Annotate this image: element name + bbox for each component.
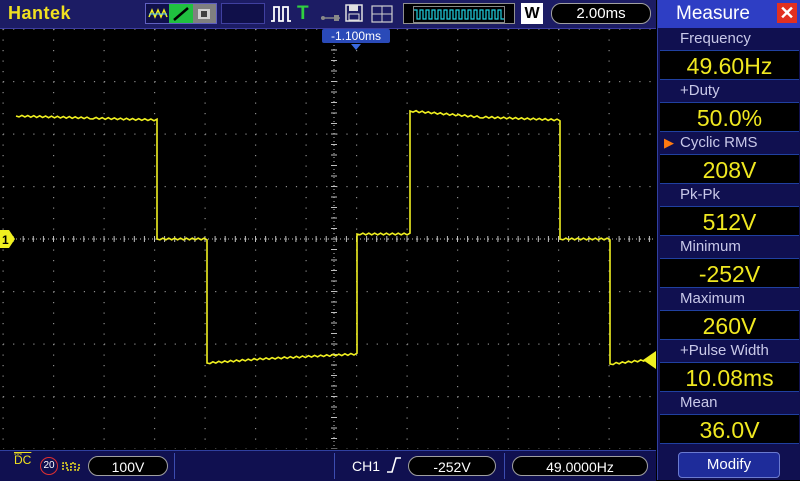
probe-icon xyxy=(62,456,82,476)
measure-value: 36.0V xyxy=(660,414,799,444)
display-mode-group xyxy=(145,3,217,24)
volts-per-div-readout[interactable]: 100V xyxy=(88,456,168,476)
rising-edge-icon xyxy=(386,455,402,475)
menu-grid-icon[interactable] xyxy=(371,4,393,24)
trigger-source-label[interactable]: CH1 xyxy=(352,456,380,476)
window-w-icon[interactable]: W xyxy=(521,3,543,24)
persist-mode-icon[interactable] xyxy=(192,4,216,23)
bw-limit-badge[interactable]: 20 xyxy=(40,457,58,475)
trigger-level-readout[interactable]: -252V xyxy=(408,456,496,476)
modify-button[interactable]: Modify xyxy=(678,452,780,478)
measure-panel-header: Measure ✕ xyxy=(658,0,800,28)
run-stop-icon[interactable] xyxy=(270,4,292,24)
measure-label[interactable]: Maximum xyxy=(658,288,800,310)
horizontal-position-readout[interactable]: -1.100ms xyxy=(322,29,390,43)
waveform-display[interactable] xyxy=(0,29,656,449)
timebase-readout[interactable]: 2.00ms xyxy=(551,3,651,24)
selected-marker-icon: ▶ xyxy=(664,135,674,150)
usb-icon xyxy=(320,9,342,29)
measure-value: 208V xyxy=(660,154,799,184)
measure-panel-title: Measure xyxy=(676,3,750,24)
measure-panel: Measure ✕ Frequency 49.60Hz +Duty 50.0% ▶ Cyc… xyxy=(657,0,800,480)
measure-value: 260V xyxy=(660,310,799,340)
measure-label[interactable]: Frequency xyxy=(658,28,800,50)
measure-label[interactable]: +Duty xyxy=(658,80,800,102)
measure-value: 49.60Hz xyxy=(660,50,799,80)
measure-label[interactable]: +Pulse Width xyxy=(658,340,800,362)
measure-label-text: +Duty xyxy=(680,82,720,99)
measure-label-text: Cyclic RMS xyxy=(680,134,758,151)
measure-label[interactable]: Pk-Pk xyxy=(658,184,800,206)
trigger-status-icon: T xyxy=(297,3,309,24)
measure-label-text: Mean xyxy=(680,394,718,411)
save-disk-icon[interactable] xyxy=(345,4,363,24)
measure-label[interactable]: Minimum xyxy=(658,236,800,258)
measure-label-text: +Pulse Width xyxy=(680,342,769,359)
brand-logo: Hantek xyxy=(8,3,72,23)
line-mode-icon[interactable] xyxy=(169,4,193,23)
measure-label-text: Maximum xyxy=(680,290,746,307)
status-blank-box xyxy=(221,3,265,24)
bottom-status-bar: DC ⎓ 20 100V CH1 -252V 49.0000Hz xyxy=(0,450,656,481)
waveform-mode-icon[interactable] xyxy=(146,4,169,23)
top-toolbar: Hantek T W 2.00ms xyxy=(0,0,656,29)
trigger-position-arrow-icon xyxy=(351,44,361,50)
measurement-list: Frequency 49.60Hz +Duty 50.0% ▶ Cyclic RMS 208… xyxy=(658,28,800,444)
measure-label[interactable]: ▶ Cyclic RMS xyxy=(658,132,800,154)
measure-value: 512V xyxy=(660,206,799,236)
memory-waveform-overview[interactable] xyxy=(403,3,515,24)
measure-label[interactable]: Mean xyxy=(658,392,800,414)
measure-value: 10.08ms xyxy=(660,362,799,392)
dc-coupling-icon: ⎓ xyxy=(14,449,22,460)
graticule-grid xyxy=(0,29,656,449)
trigger-frequency-readout: 49.0000Hz xyxy=(512,456,648,476)
measure-label-text: Pk-Pk xyxy=(680,186,721,203)
measure-label-text: Minimum xyxy=(680,238,741,255)
measure-value: 50.0% xyxy=(660,102,799,132)
measure-value: -252V xyxy=(660,258,799,288)
ch1-ground-marker[interactable]: 1 xyxy=(0,230,16,248)
measure-label-text: Frequency xyxy=(680,30,751,47)
close-button[interactable]: ✕ xyxy=(777,3,797,23)
svg-text:1: 1 xyxy=(2,233,9,247)
trigger-level-marker xyxy=(643,351,656,369)
